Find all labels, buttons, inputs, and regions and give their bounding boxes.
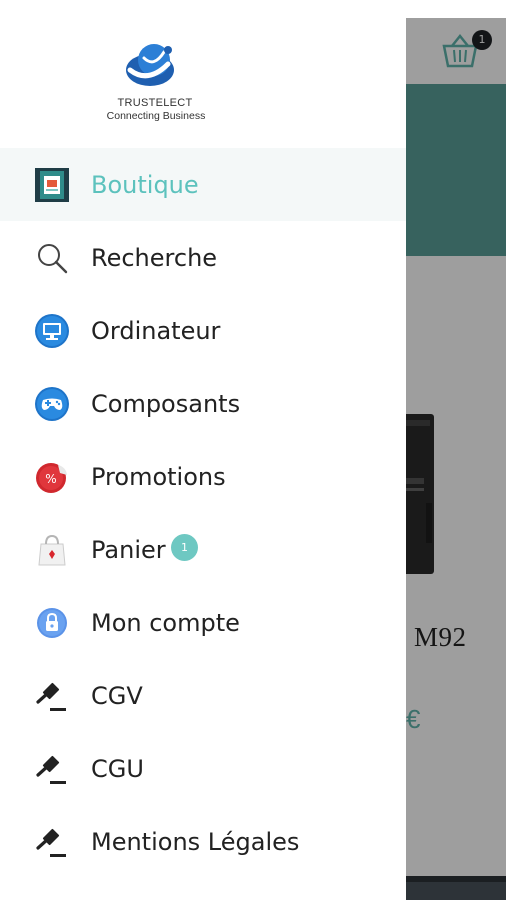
menu-label-boutique: Boutique [91,171,199,199]
logo-name: TRUSTELECT [117,97,193,109]
menu-label-mon-compte: Mon compte [91,609,240,637]
logo-mark-icon [124,40,180,88]
gamepad-icon [34,386,70,422]
menu-item-cgv[interactable]: CGV [0,659,406,732]
menu-item-composants[interactable]: Composants [0,367,406,440]
gavel-icon [34,751,70,787]
percent-tag-icon: % [34,459,70,495]
menu-item-recherche[interactable]: Recherche [0,221,406,294]
menu-item-cgu[interactable]: CGU [0,732,406,805]
trustelect-logo: TRUSTELECT Connecting Business [98,40,218,130]
shopping-bag-icon [34,532,70,568]
panier-count-badge: 1 [171,534,198,561]
menu-label-recherche: Recherche [91,244,218,272]
lock-icon [34,605,70,641]
menu-item-promotions[interactable]: % Promotions [0,440,406,513]
search-icon [34,240,70,276]
drawer-menu: Boutique Recherche Ordinateur Composants… [0,148,406,878]
menu-item-ordinateur[interactable]: Ordinateur [0,294,406,367]
menu-label-cgv: CGV [91,682,143,710]
menu-label-ordinateur: Ordinateur [91,317,221,345]
menu-label-cgu: CGU [91,755,144,783]
menu-item-panier[interactable]: Panier 1 [0,513,406,586]
menu-label-composants: Composants [91,390,241,418]
gavel-icon [34,678,70,714]
shop-icon [34,167,70,203]
menu-item-boutique[interactable]: Boutique [0,148,406,221]
svg-text:%: % [45,472,56,486]
menu-label-promotions: Promotions [91,463,226,491]
navigation-drawer: TRUSTELECT Connecting Business Boutique [0,0,406,900]
menu-label-mentions-legales: Mentions Légales [91,828,300,856]
logo-tagline: Connecting Business [106,110,206,122]
menu-item-mon-compte[interactable]: Mon compte [0,586,406,659]
menu-label-panier: Panier [91,536,166,564]
menu-item-mentions-legales[interactable]: Mentions Légales [0,805,406,878]
gavel-icon [34,824,70,860]
monitor-icon [34,313,70,349]
